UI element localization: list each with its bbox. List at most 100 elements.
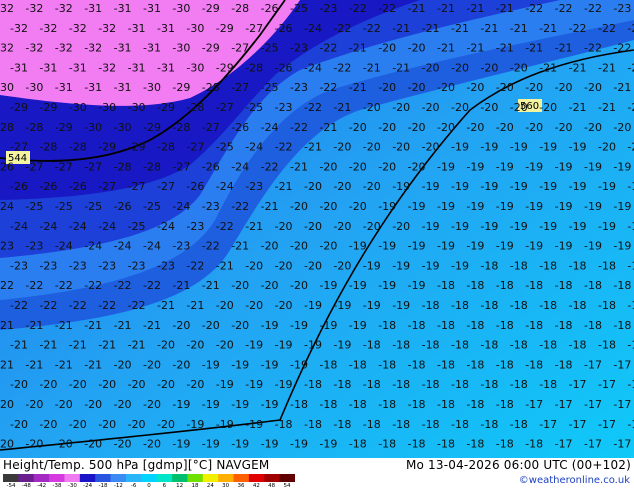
grid-value: -19: [539, 220, 557, 233]
grid-value: -20: [319, 240, 337, 253]
grid-value: -22: [128, 299, 146, 312]
grid-value: -31: [84, 2, 102, 15]
grid-value: -21: [422, 22, 440, 35]
grid-value: -19: [569, 220, 587, 233]
grid-value: -24: [261, 121, 279, 134]
grid-value: -31: [143, 2, 161, 15]
grid-value: -24: [245, 141, 263, 154]
grid-value: -18: [525, 319, 543, 332]
grid-value: -18: [378, 319, 396, 332]
grid-value: -20: [378, 42, 396, 55]
grid-value: -18: [349, 438, 367, 451]
grid-value: -23: [245, 180, 263, 193]
grid-value: -19: [290, 319, 308, 332]
grid-value: -18: [539, 259, 557, 272]
grid-value: -24: [172, 200, 190, 213]
grid-value: -30: [98, 101, 116, 114]
grid-value: -19: [363, 259, 381, 272]
grid-value: -18: [451, 418, 469, 431]
grid-value: -23: [10, 259, 28, 272]
grid-value: -20: [392, 141, 410, 154]
grid-value: -21: [627, 101, 634, 114]
grid-value: -20: [363, 180, 381, 193]
grid-value: -19: [186, 418, 204, 431]
grid-value: -22: [349, 2, 367, 15]
legend-ticks: -54 -48 -42 -38 -30 -24 -18 -12 -6 0 6 12 18 24 30 36 42…: [3, 482, 295, 490]
grid-value: -18: [378, 358, 396, 371]
legend-swatch: [264, 474, 281, 482]
legend-tick-label: 30: [222, 483, 230, 489]
grid-value: -19: [451, 180, 469, 193]
grid-value: -19: [378, 279, 396, 292]
grid-value: -23: [172, 240, 190, 253]
grid-value: -19: [261, 398, 279, 411]
grid-value: -27: [84, 160, 102, 173]
grid-value: -19: [245, 378, 263, 391]
grid-value: -21: [333, 101, 351, 114]
grid-value: -19: [245, 418, 263, 431]
grid-value: -18: [466, 279, 484, 292]
grid-value: -30: [84, 121, 102, 134]
grid-value: -20: [261, 240, 279, 253]
grid-value: -19: [216, 418, 234, 431]
grid-value: -19: [437, 240, 455, 253]
grid-value: -28: [202, 81, 220, 94]
grid-value: -18: [408, 398, 426, 411]
grid-value: -30: [172, 2, 190, 15]
weather-map[interactable]: 544 560 -32-32-32-31-31-31-30-29-28-26-2…: [0, 0, 634, 458]
legend-swatch: [172, 474, 188, 482]
grid-value: -32: [55, 2, 73, 15]
grid-value: -27: [172, 160, 190, 173]
grid-value: -20: [275, 259, 293, 272]
grid-value: -18: [408, 358, 426, 371]
grid-value: -20: [25, 438, 43, 451]
copyright-link[interactable]: ©weatheronline.co.uk: [519, 475, 630, 486]
grid-value: -21: [466, 2, 484, 15]
grid-value: -18: [304, 418, 322, 431]
grid-value: -20: [525, 121, 543, 134]
grid-value: -32: [98, 22, 116, 35]
grid-value: -18: [496, 279, 514, 292]
grid-value: -19: [496, 200, 514, 213]
grid-value: -27: [231, 42, 249, 55]
grid-value: -28: [172, 121, 190, 134]
grid-value: -19: [539, 180, 557, 193]
grid-value: -19: [202, 398, 220, 411]
grid-value: -19: [613, 200, 631, 213]
grid-value: -20: [55, 438, 73, 451]
grid-value: -18: [290, 398, 308, 411]
grid-value: -20: [25, 398, 43, 411]
grid-value: -19: [261, 438, 279, 451]
grid-value: -23: [202, 200, 220, 213]
grid-value: -22: [55, 279, 73, 292]
grid-value: -23: [290, 42, 308, 55]
grid-value: -19: [261, 319, 279, 332]
grid-value: -27: [216, 101, 234, 114]
grid-value: -21: [98, 339, 116, 352]
grid-value: -23: [613, 2, 631, 15]
legend-tick-label: 48: [268, 483, 276, 489]
grid-value: -20: [555, 81, 573, 94]
grid-value: -20: [202, 319, 220, 332]
grid-value: -19: [333, 299, 351, 312]
grid-value: -23: [186, 220, 204, 233]
grid-value: -26: [202, 160, 220, 173]
grid-value: -23: [0, 240, 14, 253]
grid-value: -19: [378, 200, 396, 213]
grid-value: -20: [480, 61, 498, 74]
grid-value: -29: [172, 81, 190, 94]
grid-value: -19: [451, 220, 469, 233]
grid-value: -21: [480, 22, 498, 35]
grid-value: -20: [231, 279, 249, 292]
grid-value: -27: [202, 121, 220, 134]
grid-value: -22: [569, 22, 587, 35]
grid-value: -22: [627, 22, 634, 35]
legend-tick-label: -30: [67, 483, 77, 489]
grid-value: -19: [319, 438, 337, 451]
grid-value: -19: [392, 299, 410, 312]
grid-value: -17: [555, 438, 573, 451]
grid-value: -20: [422, 101, 440, 114]
grid-value: -22: [98, 299, 116, 312]
grid-value: -18: [569, 339, 587, 352]
grid-value: -31: [10, 61, 28, 74]
